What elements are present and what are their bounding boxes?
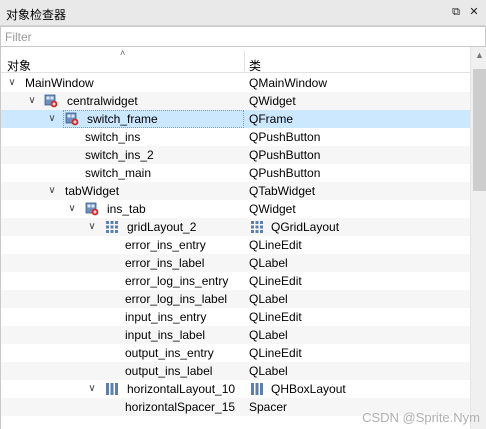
grid-layout-icon [106,221,118,233]
tree-row[interactable]: input_ins_entry QLineEdit [1,308,470,326]
close-icon[interactable]: ✕ [467,5,481,19]
object-name: error_ins_entry [125,238,206,252]
object-name: output_ins_label [125,364,213,378]
hbox-layout-icon [251,383,263,395]
widget-icon [85,202,99,216]
scrollbar-thumb[interactable] [473,69,486,191]
object-tree: ˄ 对象 类 ∨ MainWindow QMainWindow ∨ centra… [0,47,486,429]
panel-title: 对象检查器 [6,8,67,22]
tree-row[interactable]: ∨ centralwidget QWidget [1,92,470,110]
object-name: horizontalLayout_10 [127,382,236,396]
widget-icon [44,94,58,108]
vertical-scrollbar[interactable]: ▲ [470,47,486,429]
tree-row[interactable]: output_ins_entry QLineEdit [1,344,470,362]
expand-arrow-icon[interactable]: ∨ [87,380,97,398]
filter-box [0,26,486,47]
tree-row[interactable]: error_ins_label QLabel [1,254,470,272]
expand-arrow-icon[interactable]: ∨ [47,110,57,128]
object-class: QLabel [249,256,288,270]
object-name: error_ins_label [125,256,205,270]
object-class: QLabel [249,364,288,378]
tree-row[interactable]: switch_main QPushButton [1,164,470,182]
expand-arrow-icon[interactable]: ∨ [47,182,57,200]
tree-row[interactable]: switch_ins_2 QPushButton [1,146,470,164]
restore-icon[interactable]: ⧉ [449,5,463,19]
object-class: QPushButton [249,130,321,144]
filter-input[interactable] [1,27,485,46]
tree-row[interactable]: error_log_ins_entry QLineEdit [1,272,470,290]
object-name: switch_ins [85,130,141,144]
object-class: QLineEdit [249,238,302,252]
object-class: QFrame [249,112,294,126]
tree-row-selected[interactable]: ∨ switch_frame QFrame [1,110,470,128]
expand-arrow-icon[interactable]: ∨ [87,218,97,236]
tree-row[interactable]: ∨ MainWindow QMainWindow [1,74,470,92]
object-name: switch_frame [87,112,158,126]
object-class: QLineEdit [249,310,302,324]
hbox-layout-icon [106,383,118,395]
object-name: error_log_ins_entry [125,274,229,288]
object-class: QWidget [249,202,296,216]
object-name: MainWindow [25,76,94,90]
object-class: QLabel [249,292,288,306]
object-name: input_ins_label [125,328,206,342]
tree-row[interactable]: switch_ins QPushButton [1,128,470,146]
tree-row[interactable]: error_log_ins_label QLabel [1,290,470,308]
object-class: QTabWidget [249,184,316,198]
object-name: error_log_ins_label [125,292,228,306]
sort-indicator-icon: ˄ [120,48,126,58]
column-header-object[interactable]: 对象 [7,57,31,74]
object-name: horizontalSpacer_15 [125,400,236,414]
scroll-up-icon[interactable]: ▲ [471,47,486,64]
object-name: centralwidget [67,94,138,108]
tree-row[interactable]: output_ins_label QLabel [1,362,470,380]
column-header-class[interactable]: 类 [249,57,261,74]
tree-row[interactable]: ∨ tabWidget QTabWidget [1,182,470,200]
panel-titlebar: 对象检查器 ⧉ ✕ [0,0,486,26]
object-name: gridLayout_2 [127,220,197,234]
object-class: QLineEdit [249,274,302,288]
object-class: QWidget [249,94,296,108]
widget-icon [65,112,79,126]
object-class: QPushButton [249,166,321,180]
grid-layout-icon [251,221,263,233]
tree-row[interactable]: input_ins_label QLabel [1,326,470,344]
header-divider[interactable] [244,51,245,71]
tree-row[interactable]: error_ins_entry QLineEdit [1,236,470,254]
object-class: QMainWindow [249,76,328,90]
object-class: QLabel [249,328,288,342]
object-name: switch_main [85,166,152,180]
object-name: input_ins_entry [125,310,207,324]
object-class: QLineEdit [249,346,302,360]
expand-arrow-icon[interactable]: ∨ [67,200,77,218]
tree-row[interactable]: ∨ gridLayout_2 QGridLayout [1,218,470,236]
object-class: QGridLayout [271,220,340,234]
tree-row[interactable]: ∨ ins_tab QWidget [1,200,470,218]
tree-row[interactable]: ∨ horizontalLayout_10 QHBoxLayout [1,380,470,398]
tree-header: ˄ 对象 类 [1,47,470,73]
object-name: ins_tab [107,202,146,216]
object-name: tabWidget [65,184,120,198]
expand-arrow-icon[interactable]: ∨ [7,74,17,92]
watermark: CSDN @Sprite.Nym [362,410,480,425]
expand-arrow-icon[interactable]: ∨ [27,92,37,110]
object-class: QPushButton [249,148,321,162]
object-name: output_ins_entry [125,346,214,360]
tree-rows: ∨ MainWindow QMainWindow ∨ centralwidget… [1,74,470,429]
object-name: switch_ins_2 [85,148,154,162]
object-class: QHBoxLayout [271,382,346,396]
object-class: Spacer [249,400,288,414]
